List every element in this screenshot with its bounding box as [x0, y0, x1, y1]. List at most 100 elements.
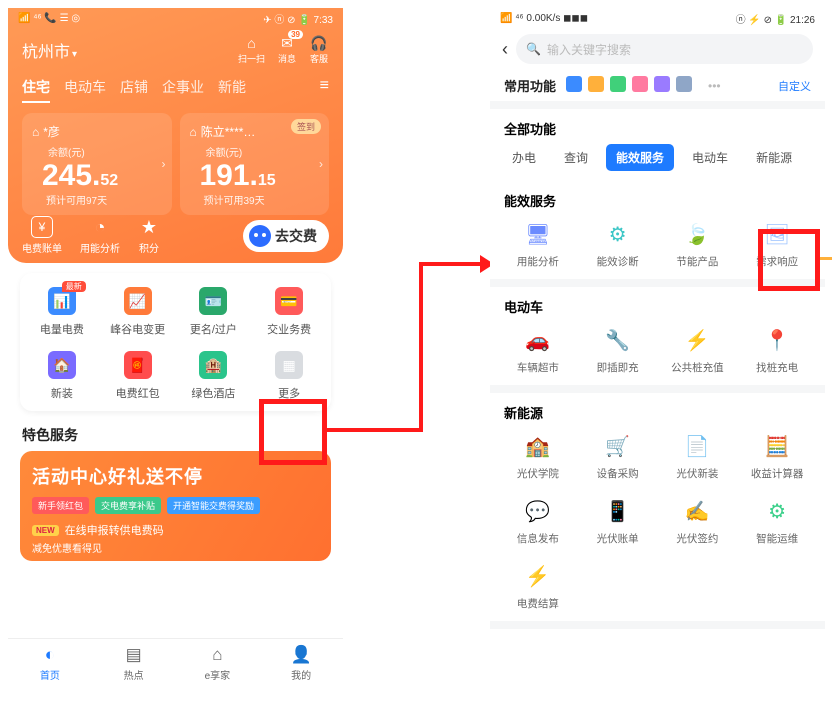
service-能效诊断[interactable]: ⚙能效诊断	[578, 220, 658, 269]
robot-icon	[249, 225, 271, 247]
label: 客服	[310, 52, 328, 65]
more-dots-icon: •••	[708, 79, 721, 93]
icon: 🪪	[199, 287, 227, 315]
tool-积分[interactable]: ★积分	[138, 216, 160, 255]
nav-e享家[interactable]: ⌂e享家	[176, 639, 260, 688]
label: 光伏新装	[676, 466, 718, 481]
service-光伏账单[interactable]: 📱光伏账单	[578, 497, 658, 546]
account-card-0[interactable]: ⌂*彦 余额(元) 245.52 预计可用97天 ›	[22, 113, 172, 215]
tab-店铺[interactable]: 店铺	[120, 77, 148, 103]
service-即插即充[interactable]: 🔧即插即充	[578, 326, 658, 375]
top-icon-客服[interactable]: 🎧客服	[309, 34, 329, 65]
pay-button[interactable]: 去交费	[243, 220, 329, 252]
common-icon[interactable]	[676, 76, 692, 92]
tool-用能分析[interactable]: ◔用能分析	[80, 216, 120, 255]
category-tabs: 住宅电动车店铺企事业新能 ≡	[8, 71, 343, 103]
service-电费结算[interactable]: ⚡电费结算	[498, 562, 578, 611]
balance-amount: 245.52	[42, 159, 162, 192]
cat-tab-新能源[interactable]: 新能源	[746, 144, 802, 171]
promo-line2: 减免优惠看得见	[32, 540, 319, 555]
search-input[interactable]: 🔍 输入关键字搜索	[516, 34, 813, 64]
service-光伏新装[interactable]: 📄光伏新装	[658, 432, 738, 481]
label: 峰谷电变更	[110, 321, 165, 337]
top-icon-扫一扫[interactable]: ⌂扫一扫	[238, 34, 265, 65]
service-智能运维[interactable]: ⚙智能运维	[737, 497, 817, 546]
service-光伏签约[interactable]: ✍光伏签约	[658, 497, 738, 546]
icon: 🧮	[763, 432, 791, 460]
label: 光伏学院	[517, 466, 559, 481]
promo-pill: 交电费享补贴	[95, 497, 161, 514]
nav-首页[interactable]: ◐ 首页	[8, 639, 92, 688]
common-icon[interactable]	[588, 76, 604, 92]
label: 交业务费	[267, 321, 311, 337]
tab-企事业[interactable]: 企事业	[162, 77, 204, 103]
menu-icon[interactable]: ≡	[320, 77, 329, 103]
icon: ⚡	[683, 326, 711, 354]
promo-pill: 新手领红包	[32, 497, 89, 514]
nav-我的[interactable]: 👤我的	[259, 639, 343, 688]
common-icon[interactable]	[610, 76, 626, 92]
owner: 陈立****…	[201, 123, 256, 140]
feature-峰谷电变更[interactable]: 📈峰谷电变更	[100, 287, 176, 337]
feature-更名/过户[interactable]: 🪪更名/过户	[176, 287, 252, 337]
days-left: 预计可用39天	[204, 192, 320, 207]
label: 即插即充	[597, 360, 639, 375]
label: 公共桩充值	[671, 360, 724, 375]
label: e享家	[205, 667, 231, 682]
status-left: 📶 ⁴⁶ 📞 ☰ ◎	[18, 13, 80, 24]
service-公共桩充值[interactable]: ⚡ 公共桩充值	[658, 326, 738, 375]
feature-grid: 最新📊电量电费📈峰谷电变更🪪更名/过户💳交业务费 🏠新装🧧电费红包🏨绿色酒店▦更多	[20, 273, 331, 411]
nav-热点[interactable]: ▤热点	[92, 639, 176, 688]
label: 智能运维	[756, 531, 798, 546]
icon: 🎧	[309, 34, 329, 52]
cat-tab-办电[interactable]: 办电	[502, 144, 546, 171]
common-icon[interactable]	[654, 76, 670, 92]
top-icon-消息[interactable]: ✉消息39	[277, 34, 297, 65]
label: 首页	[40, 667, 60, 682]
cat-tab-查询[interactable]: 查询	[554, 144, 598, 171]
section-能效服务: 能效服务	[490, 181, 825, 216]
icon: ⚡	[524, 562, 552, 590]
icon: ◐	[45, 645, 55, 665]
common-icon[interactable]	[632, 76, 648, 92]
icon: 🏨	[199, 351, 227, 379]
status-right: ✈ ⓝ ⊘ 🔋 7:33	[263, 11, 333, 26]
label: 设备采购	[597, 466, 639, 481]
account-card-1[interactable]: ⌂陈立****… 签到 余额(元) 191.15 预计可用39天 ›	[180, 113, 330, 215]
service-收益计算器[interactable]: 🧮收益计算器	[737, 432, 817, 481]
feature-更多[interactable]: ▦更多	[251, 351, 327, 401]
label: 找桩充电	[756, 360, 798, 375]
service-节能产品[interactable]: 🍃节能产品	[658, 220, 738, 269]
promo-banner[interactable]: 活动中心好礼送不停 新手领红包交电费享补贴开通智能交费得奖励 NEW 在线申报转…	[20, 451, 331, 561]
common-icon[interactable]	[566, 76, 582, 92]
customize-button[interactable]: 自定义	[778, 78, 811, 94]
service-车辆超市[interactable]: 🚗车辆超市	[498, 326, 578, 375]
owner: *彦	[43, 123, 60, 140]
arrow-h1	[327, 428, 423, 432]
location-selector[interactable]: 杭州市▾	[22, 38, 77, 62]
tab-电动车[interactable]: 电动车	[64, 77, 106, 103]
sign-in-button[interactable]: 签到	[291, 119, 321, 134]
service-用能分析[interactable]: 🖥用能分析	[498, 220, 578, 269]
feature-电量电费[interactable]: 最新📊电量电费	[24, 287, 100, 337]
feature-电费红包[interactable]: 🧧电费红包	[100, 351, 176, 401]
label: 积分	[139, 240, 159, 255]
highlight-more	[259, 399, 327, 465]
feature-新装[interactable]: 🏠新装	[24, 351, 100, 401]
service-光伏学院[interactable]: 🏫光伏学院	[498, 432, 578, 481]
service-信息发布[interactable]: 💬信息发布	[498, 497, 578, 546]
feature-绿色酒店[interactable]: 🏨绿色酒店	[176, 351, 252, 401]
cat-tab-电动车[interactable]: 电动车	[682, 144, 738, 171]
icon: ⚙	[604, 220, 632, 248]
tab-住宅[interactable]: 住宅	[22, 77, 50, 103]
label: 光伏账单	[597, 531, 639, 546]
tool-电费账单[interactable]: ¥电费账单	[22, 216, 62, 255]
feature-交业务费[interactable]: 💳交业务费	[251, 287, 327, 337]
service-设备采购[interactable]: 🛒设备采购	[578, 432, 658, 481]
back-button[interactable]: ‹	[502, 39, 508, 60]
service-找桩充电[interactable]: 📍找桩充电	[737, 326, 817, 375]
icon: 💬	[524, 497, 552, 525]
tab-新能[interactable]: 新能	[218, 77, 246, 103]
header-panel: 📶 ⁴⁶ 📞 ☰ ◎ ✈ ⓝ ⊘ 🔋 7:33 杭州市▾ ⌂扫一扫 ✉消息39 🎧客…	[8, 8, 343, 263]
cat-tab-能效服务[interactable]: 能效服务	[606, 144, 674, 171]
